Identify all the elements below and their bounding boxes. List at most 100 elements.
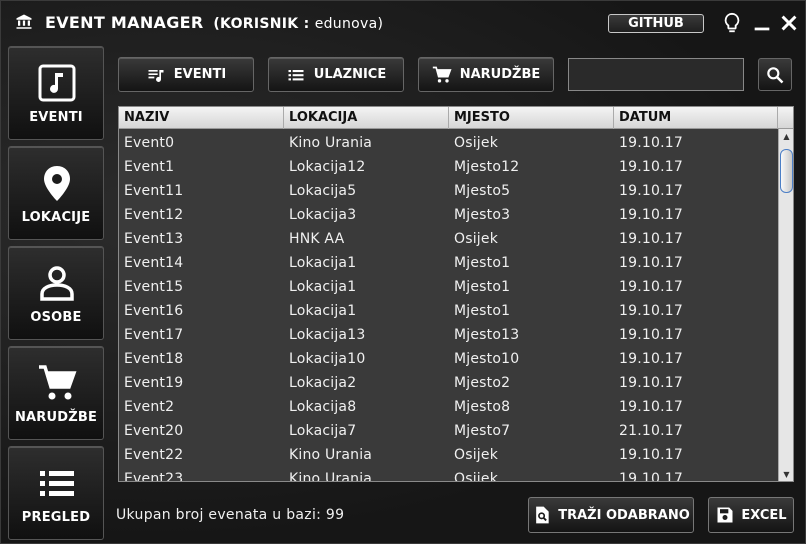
person-icon [40,266,74,301]
cell-lokacija: Lokacija3 [289,207,357,223]
cell-datum: 19.10.17 [619,279,683,295]
cell-lokacija: Lokacija5 [289,183,357,199]
table-row[interactable]: Event18 Lokacija10 Mjesto10 19.10.17 [119,347,778,371]
event-count-text: Ukupan broj evenata u bazi: 99 [116,507,345,523]
sidebar-item-label: LOKACIJE [21,210,91,225]
column-header-naziv[interactable]: NAZIV [119,107,284,129]
list-icon [40,471,74,496]
cell-datum: 19.10.17 [619,447,683,463]
search-selected-label: TRAŽI ODABRANO [558,507,690,523]
cell-naziv: Event14 [124,255,184,271]
cell-lokacija: Kino Urania [289,135,373,151]
sidebar-item-label: PREGLED [21,510,91,525]
cell-mjesto: Osijek [454,447,499,463]
cell-lokacija: Kino Urania [289,447,373,463]
column-header-mjesto[interactable]: MJESTO [449,107,614,129]
search-input[interactable] [568,58,744,91]
shopping-cart-icon [39,365,77,400]
cell-lokacija: Lokacija1 [289,255,357,271]
search-selected-button[interactable]: TRAŽI ODABRANO [528,497,694,533]
table-row[interactable]: Event17 Lokacija13 Mjesto13 19.10.17 [119,323,778,347]
cell-datum: 19.10.17 [619,375,683,391]
cell-lokacija: Lokacija12 [289,159,366,175]
table-header: NAZIV LOKACIJA MJESTO DATUM [119,107,778,129]
sidebar-item-label: NARUDŽBE [14,410,98,425]
cell-lokacija: Lokacija10 [289,351,366,367]
sidebar-item-osobe[interactable]: OSOBE [8,246,104,340]
search-button[interactable] [758,58,792,91]
cell-naziv: Event0 [124,135,175,151]
cell-lokacija: Kino Urania [289,471,373,482]
github-button[interactable]: GITHUB [608,14,704,33]
cell-datum: 19.10.17 [619,399,683,415]
table-row[interactable]: Event11 Lokacija5 Mjesto5 19.10.17 [119,179,778,203]
cell-datum: 19.10.17 [619,231,683,247]
column-header-lokacija[interactable]: LOKACIJA [284,107,449,129]
table-row[interactable]: Event16 Lokacija1 Mjesto1 19.10.17 [119,299,778,323]
app-title: EVENT MANAGER (KORISNIK : edunova) [45,13,383,32]
cell-mjesto: Osijek [454,471,499,482]
eventi-button-label: EVENTI [173,67,227,82]
cell-naziv: Event16 [124,303,184,319]
cell-mjesto: Osijek [454,135,499,151]
cell-mjesto: Mjesto3 [454,207,511,223]
minimize-icon[interactable] [751,12,773,34]
cell-lokacija: Lokacija8 [289,399,357,415]
table-row[interactable]: Event13 HNK AA Osijek 19.10.17 [119,227,778,251]
scroll-down-arrow[interactable]: ▼ [779,467,793,481]
cell-datum: 19.10.17 [619,255,683,271]
cell-naziv: Event11 [124,183,184,199]
events-table: NAZIV LOKACIJA MJESTO DATUM Event0 Kino U… [118,106,794,482]
cell-naziv: Event19 [124,375,184,391]
cell-mjesto: Mjesto13 [454,327,520,343]
table-header-corner [778,107,793,129]
scrollbar-thumb[interactable] [780,149,793,193]
sidebar-item-eventi[interactable]: EVENTI [8,46,104,140]
cell-lokacija: Lokacija13 [289,327,366,343]
location-pin-icon [44,166,70,201]
table-row[interactable]: Event15 Lokacija1 Mjesto1 19.10.17 [119,275,778,299]
playlist-music-icon [148,69,164,82]
column-header-datum[interactable]: DATUM [614,107,778,129]
sidebar-item-lokacije[interactable]: LOKACIJE [8,146,104,240]
table-row[interactable]: Event20 Lokacija7 Mjesto7 21.10.17 [119,419,778,443]
eventi-button[interactable]: EVENTI [118,57,254,92]
close-icon[interactable] [778,12,800,34]
table-row[interactable]: Event19 Lokacija2 Mjesto2 19.10.17 [119,371,778,395]
bank-icon [16,14,32,29]
vertical-scrollbar[interactable]: ▲ ▼ [778,129,793,481]
cell-naziv: Event13 [124,231,184,247]
table-row[interactable]: Event1 Lokacija12 Mjesto12 19.10.17 [119,155,778,179]
table-row[interactable]: Event23 Kino Urania Osijek 19.10.17 [119,467,778,482]
ulaznice-button[interactable]: ULAZNICE [268,57,404,92]
table-body: Event0 Kino Urania Osijek 19.10.17 Event1 Lok… [119,131,778,482]
cell-mjesto: Osijek [454,231,499,247]
sidebar-item-narudzbe[interactable]: NARUDŽBE [8,346,104,440]
sidebar-item-pregled[interactable]: PREGLED [8,446,104,540]
cell-mjesto: Mjesto2 [454,375,511,391]
table-row[interactable]: Event2 Lokacija8 Mjesto8 19.10.17 [119,395,778,419]
cell-naziv: Event15 [124,279,184,295]
table-row[interactable]: Event0 Kino Urania Osijek 19.10.17 [119,131,778,155]
cell-lokacija: HNK AA [289,231,345,247]
scroll-up-arrow[interactable]: ▲ [779,129,793,143]
lightbulb-icon[interactable] [721,12,743,34]
cell-datum: 19.10.17 [619,303,683,319]
title-bar: EVENT MANAGER (KORISNIK : edunova) GITHU… [1,1,806,45]
cell-naziv: Event22 [124,447,184,463]
cell-lokacija: Lokacija1 [289,279,357,295]
cell-datum: 19.10.17 [619,471,683,482]
app-window: EVENT MANAGER (KORISNIK : edunova) GITHU… [0,0,806,544]
cell-lokacija: Lokacija1 [289,303,357,319]
excel-button[interactable]: EXCEL [708,497,794,533]
narudzbe-button[interactable]: NARUDŽBE [418,57,554,92]
cell-naziv: Event1 [124,159,175,175]
search-icon [767,66,784,83]
cell-datum: 19.10.17 [619,183,683,199]
cell-datum: 19.10.17 [619,207,683,223]
music-note-icon [38,64,76,102]
table-row[interactable]: Event14 Lokacija1 Mjesto1 19.10.17 [119,251,778,275]
cell-datum: 19.10.17 [619,159,683,175]
table-row[interactable]: Event22 Kino Urania Osijek 19.10.17 [119,443,778,467]
table-row[interactable]: Event12 Lokacija3 Mjesto3 19.10.17 [119,203,778,227]
